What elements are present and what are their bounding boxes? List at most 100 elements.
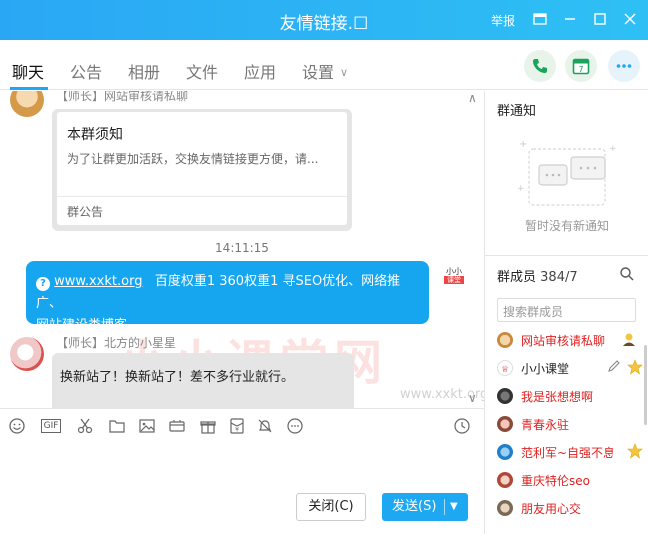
member-name: 小小课堂	[521, 362, 570, 376]
chat-messages[interactable]: 【师长】网站审核请私聊 ∧ 本群须知 为了让群更加活跃，交换友情链接更方便，请.…	[0, 91, 484, 408]
edit-icon[interactable]	[607, 359, 621, 377]
member-name: 青春永驻	[521, 418, 570, 432]
window-title: 友情链接.☐	[279, 14, 369, 34]
tab-settings-label: 设置	[302, 63, 335, 82]
member-item[interactable]: 朋友用心交	[497, 497, 648, 519]
svg-text:7: 7	[578, 65, 583, 74]
tab-files[interactable]: 文件	[186, 59, 218, 83]
more-dots-icon	[616, 64, 632, 68]
empty-notice-illustration-icon: + + +	[517, 139, 617, 206]
members-title: 群成员	[497, 270, 537, 285]
member-item[interactable]: 网站审核请私聊	[497, 329, 648, 351]
report-button[interactable]: 举报	[491, 12, 515, 29]
title-bar: 友情链接.☐ 举报	[0, 0, 648, 40]
admin-star-icon	[627, 359, 643, 379]
send-button[interactable]: 发送(S) ▼	[382, 493, 468, 521]
folder-icon[interactable]	[108, 417, 128, 435]
member-avatar	[497, 388, 513, 404]
member-item[interactable]: 范利军~自强不息	[497, 441, 648, 463]
message-timestamp: 14:11:15	[215, 241, 269, 255]
mute-bell-icon[interactable]	[256, 417, 276, 435]
member-name: 我是张想想啊	[521, 390, 594, 404]
calendar-icon: 7	[572, 58, 590, 75]
group-notice-card[interactable]: 本群须知 为了让群更加活跃，交换友情链接更方便，请... 群公告	[52, 109, 352, 231]
gif-icon[interactable]: GIF	[38, 417, 64, 435]
tab-bar: 聊天 公告 相册 文件 应用 设置 ∨ 7	[0, 40, 648, 90]
scissors-icon[interactable]	[76, 417, 96, 435]
notice-preview: 为了让群更加活跃，交换友情链接更方便，请...	[67, 152, 319, 166]
phone-icon	[533, 59, 547, 73]
input-toolbar: GIF ¥	[0, 408, 484, 442]
member-avatar: ♕	[497, 360, 513, 376]
member-avatar	[497, 416, 513, 432]
red-packet-icon[interactable]: ¥	[228, 417, 248, 435]
voice-call-button[interactable]	[524, 50, 556, 82]
notice-footer: 群公告	[67, 205, 104, 219]
calendar-button[interactable]: 7	[565, 50, 597, 82]
scroll-down-icon[interactable]: ∨	[468, 391, 477, 405]
member-search-input[interactable]: 搜索群成员	[497, 298, 636, 322]
member-name: 重庆特伦seo	[521, 474, 590, 488]
notice-title: 本群须知	[67, 127, 123, 143]
svg-text:♕: ♕	[501, 365, 509, 375]
image-icon[interactable]	[138, 417, 158, 435]
maximize-icon[interactable]	[590, 9, 610, 29]
svg-text:+: +	[609, 144, 617, 154]
member-item[interactable]: 我是张想想啊	[497, 385, 648, 407]
tab-apps[interactable]: 应用	[244, 59, 276, 83]
more-tools-icon[interactable]	[286, 417, 306, 435]
incoming-message-bubble[interactable]: 换新站了！换新站了！差不多行业就行。	[52, 353, 354, 408]
members-count: 384/7	[540, 270, 578, 285]
message-link[interactable]: www.xxkt.org	[54, 274, 142, 289]
admin-star-icon	[627, 443, 643, 463]
sender-avatar-2[interactable]	[10, 337, 44, 371]
send-label: 发送(S)	[392, 499, 437, 514]
gif-label: GIF	[40, 419, 62, 433]
active-tab-indicator	[10, 87, 48, 90]
question-icon: ?	[36, 277, 50, 291]
close-button[interactable]: 关闭(C)	[296, 493, 366, 521]
group-notice-title: 群通知	[497, 104, 537, 119]
own-avatar[interactable]: 小小 课堂	[444, 267, 464, 287]
emoji-icon[interactable]	[8, 417, 28, 435]
own-message-bubble[interactable]: ? www.xxkt.org 百度权重1 360权重1 寻SEO优化、网络推广、…	[26, 261, 429, 333]
empty-notice-text: 暂时没有新通知	[524, 219, 609, 233]
member-avatar	[497, 500, 513, 516]
member-name: 范利军~自强不息	[521, 446, 613, 460]
member-item[interactable]: 青春永驻	[497, 413, 648, 435]
send-options-chevron-icon[interactable]: ▼	[450, 493, 458, 521]
svg-text:+: +	[519, 139, 527, 150]
notice-card-body: 本群须知 为了让群更加活跃，交换友情链接更方便，请... 群公告	[57, 112, 347, 225]
logo-bottom-text: 课堂	[444, 276, 464, 284]
collapse-icon[interactable]: ∧	[468, 91, 477, 105]
more-button[interactable]	[608, 50, 640, 82]
tab-chat[interactable]: 聊天	[12, 59, 44, 83]
pin-icon[interactable]	[530, 9, 550, 29]
video-icon[interactable]	[168, 417, 188, 435]
members-header: 群成员 384/7	[497, 266, 578, 285]
members-scrollbar[interactable]	[644, 345, 647, 425]
member-item[interactable]: 重庆特伦seo	[497, 469, 648, 491]
close-icon[interactable]	[620, 9, 640, 29]
minimize-icon[interactable]	[560, 9, 580, 29]
search-icon[interactable]	[619, 266, 635, 282]
send-divider	[444, 499, 445, 515]
member-avatar	[497, 444, 513, 460]
tab-announcements[interactable]: 公告	[70, 59, 102, 83]
member-name: 网站审核请私聊	[521, 334, 606, 348]
panel-divider	[485, 255, 648, 256]
message-input[interactable]	[0, 442, 484, 492]
sender-avatar[interactable]	[10, 91, 44, 117]
member-item[interactable]: ♕ 小小课堂	[497, 357, 648, 379]
member-name: 朋友用心交	[521, 502, 582, 516]
history-clock-icon[interactable]	[453, 417, 473, 435]
tab-album[interactable]: 相册	[128, 59, 160, 83]
message-text-line2: 网站建设类博客	[36, 318, 128, 333]
sender-name[interactable]: 【师长】网站审核请私聊	[56, 91, 188, 104]
member-avatar	[497, 472, 513, 488]
sender-name-2[interactable]: 【师长】北方的小星星	[56, 334, 176, 351]
owner-badge-icon	[621, 331, 637, 351]
gift-icon[interactable]	[199, 417, 219, 435]
logo-top-text: 小小	[446, 267, 462, 276]
tab-settings[interactable]: 设置 ∨	[302, 59, 348, 83]
